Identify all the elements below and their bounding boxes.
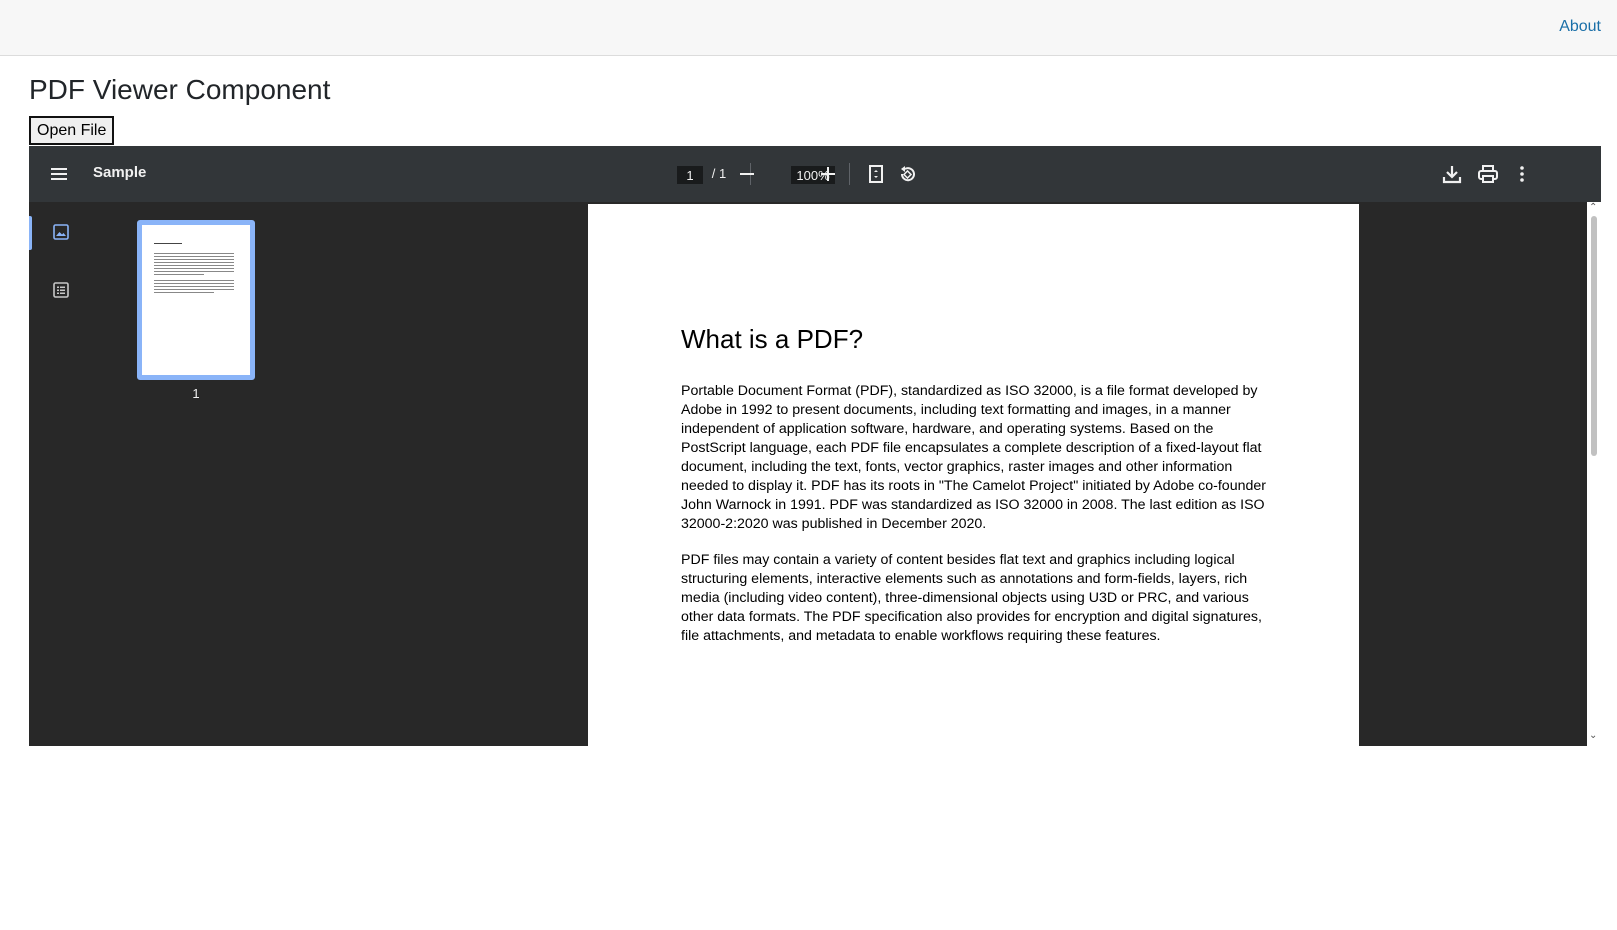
document-heading: What is a PDF?	[681, 324, 864, 354]
open-file-button[interactable]: Open File	[29, 116, 115, 145]
download-icon[interactable]	[1439, 161, 1465, 187]
active-indicator	[29, 216, 32, 250]
scroll-down-icon[interactable]: ⌄	[1589, 730, 1597, 741]
fit-page-icon[interactable]	[864, 162, 888, 186]
about-link[interactable]: About	[1559, 18, 1601, 36]
page-number-input[interactable]	[677, 166, 703, 184]
print-icon[interactable]	[1475, 161, 1501, 187]
toolbar-divider	[849, 163, 850, 185]
document-area: What is a PDF? Portable Document Format …	[588, 202, 1601, 746]
pdf-page: What is a PDF? Portable Document Format …	[588, 204, 1359, 746]
top-navbar: About	[0, 0, 1617, 56]
page-total: / 1	[711, 166, 727, 181]
thumbnail-pane: 1	[97, 202, 588, 746]
more-vertical-icon[interactable]	[1509, 161, 1535, 187]
list-icon[interactable]	[51, 280, 71, 300]
vertical-scrollbar[interactable]: ⌃ ⌄	[1587, 202, 1601, 746]
image-icon[interactable]	[51, 222, 71, 242]
scroll-up-icon[interactable]: ⌃	[1589, 202, 1597, 213]
viewer-toolbar: Sample / 1	[29, 146, 1601, 202]
page-title: PDF Viewer Component	[29, 74, 331, 105]
page-thumbnail[interactable]	[137, 220, 255, 380]
menu-icon[interactable]	[47, 162, 71, 186]
document-paragraph: Portable Document Format (PDF), standard…	[681, 383, 1266, 532]
minus-icon[interactable]	[735, 162, 759, 186]
document-title: Sample	[93, 164, 147, 181]
pdf-viewer: Sample / 1	[29, 146, 1601, 746]
plus-icon[interactable]	[816, 162, 840, 186]
thumbnail-label: 1	[192, 386, 200, 401]
rotate-icon[interactable]	[895, 162, 919, 186]
scroll-thumb[interactable]	[1591, 216, 1597, 456]
viewer-sidebar	[29, 202, 97, 746]
document-paragraph: PDF files may contain a variety of conte…	[681, 552, 1262, 644]
